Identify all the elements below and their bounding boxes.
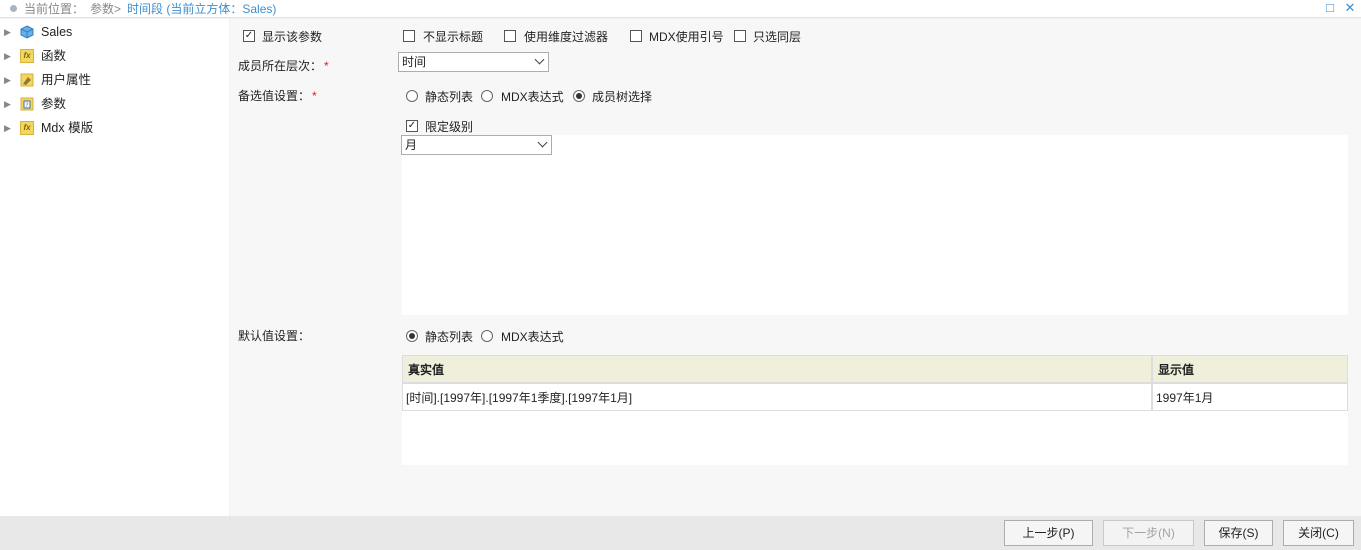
save-button[interactable]: 保存(S) — [1204, 520, 1273, 546]
limit-level-value: 月 — [405, 138, 418, 152]
required-mark: * — [324, 59, 329, 73]
sidebar-item-sales[interactable]: ▶ Sales — [0, 20, 229, 44]
default-static-radio[interactable] — [406, 330, 418, 342]
limit-level-select[interactable]: 月 — [401, 135, 552, 155]
breadcrumb-dot-icon — [10, 5, 17, 12]
mdx-quote-label: MDX使用引号 — [649, 30, 724, 44]
hide-title-label: 不显示标题 — [423, 30, 484, 44]
sidebar-tree: ▶ Sales ▶ fx 函数 ▶ 用户属性 ▶ ? 参数 ▶ fx Mdx 模… — [0, 19, 229, 516]
chevron-right-icon[interactable]: ▶ — [4, 116, 12, 140]
chevron-right-icon[interactable]: ▶ — [4, 68, 12, 92]
prev-button[interactable]: 上一步(P) — [1004, 520, 1093, 546]
member-tree-panel — [402, 135, 1348, 315]
chevron-right-icon[interactable]: ▶ — [4, 20, 12, 44]
limit-level-checkbox[interactable]: ✓ — [406, 120, 418, 132]
top-bar: 当前位置： 参数> 时间段 (当前立方体：Sales) □ ✕ — [0, 0, 1361, 18]
user-property-icon — [20, 73, 34, 87]
breadcrumb-prefix: 当前位置： — [24, 2, 85, 16]
grid-header-display-value[interactable]: 显示值 — [1152, 355, 1348, 383]
sidebar-item-label: 用户属性 — [41, 73, 92, 87]
candidate-static-radio[interactable] — [406, 90, 418, 102]
default-mdx-label: MDX表达式 — [501, 330, 564, 344]
grid-header-real-value[interactable]: 真实值 — [402, 355, 1152, 383]
show-param-checkbox[interactable]: ✓ — [243, 30, 255, 42]
candidate-label: 备选值设置： * — [238, 89, 317, 103]
next-button[interactable]: 下一步(N) — [1103, 520, 1194, 546]
use-dim-filter-checkbox[interactable] — [504, 30, 516, 42]
sidebar-item-functions[interactable]: ▶ fx 函数 — [0, 44, 229, 68]
sidebar-item-parameters[interactable]: ▶ ? 参数 — [0, 92, 229, 116]
required-mark: * — [312, 89, 317, 103]
footer-bar: 上一步(P) 下一步(N) 保存(S) 关闭(C) — [0, 516, 1361, 550]
cube-icon — [20, 25, 34, 39]
same-level-label: 只选同层 — [753, 30, 802, 44]
chevron-down-icon — [537, 137, 548, 148]
same-level-checkbox[interactable] — [734, 30, 746, 42]
chevron-down-icon — [534, 54, 545, 65]
sidebar-item-user-properties[interactable]: ▶ 用户属性 — [0, 68, 229, 92]
grid-cell-real-value[interactable]: [时间].[1997年].[1997年1季度].[1997年1月] — [402, 383, 1152, 411]
member-level-label: 成员所在层次： * — [238, 59, 329, 73]
breadcrumb-item-params[interactable]: 参数> — [90, 2, 121, 16]
default-label: 默认值设置： — [238, 329, 311, 343]
sidebar-item-label: 函数 — [41, 49, 67, 63]
sidebar-item-label: 参数 — [41, 97, 67, 111]
breadcrumb: 当前位置： 参数> 时间段 (当前立方体：Sales) — [10, 2, 276, 16]
breadcrumb-current: 时间段 (当前立方体：Sales) — [127, 2, 277, 16]
chevron-right-icon[interactable]: ▶ — [4, 92, 12, 116]
close-icon[interactable]: ✕ — [1343, 1, 1357, 15]
default-mdx-radio[interactable] — [481, 330, 493, 342]
member-level-select[interactable]: 时间 — [398, 52, 549, 72]
candidate-member-tree-label: 成员树选择 — [592, 90, 653, 104]
chevron-right-icon[interactable]: ▶ — [4, 44, 12, 68]
sidebar-item-mdx-templates[interactable]: ▶ fx Mdx 模版 — [0, 116, 229, 140]
limit-level-label: 限定级别 — [425, 120, 474, 134]
candidate-mdx-label: MDX表达式 — [501, 90, 564, 104]
candidate-member-tree-radio[interactable] — [573, 90, 585, 102]
candidate-mdx-radio[interactable] — [481, 90, 493, 102]
maximize-icon[interactable]: □ — [1323, 1, 1337, 15]
sidebar-item-label: Sales — [41, 25, 73, 39]
sidebar-item-label: Mdx 模版 — [41, 121, 94, 135]
svg-text:?: ? — [25, 102, 28, 109]
candidate-static-label: 静态列表 — [425, 90, 474, 104]
close-button[interactable]: 关闭(C) — [1283, 520, 1354, 546]
hide-title-checkbox[interactable] — [403, 30, 415, 42]
mdx-template-icon: fx — [20, 121, 34, 135]
member-level-value: 时间 — [402, 55, 427, 69]
grid-cell-display-value[interactable]: 1997年1月 — [1152, 383, 1348, 411]
mdx-quote-checkbox[interactable] — [630, 30, 642, 42]
function-icon: fx — [20, 49, 34, 63]
default-static-label: 静态列表 — [425, 330, 474, 344]
show-param-label: 显示该参数 — [262, 30, 323, 44]
use-dim-filter-label: 使用维度过滤器 — [524, 30, 609, 44]
parameter-icon: ? — [20, 97, 34, 111]
